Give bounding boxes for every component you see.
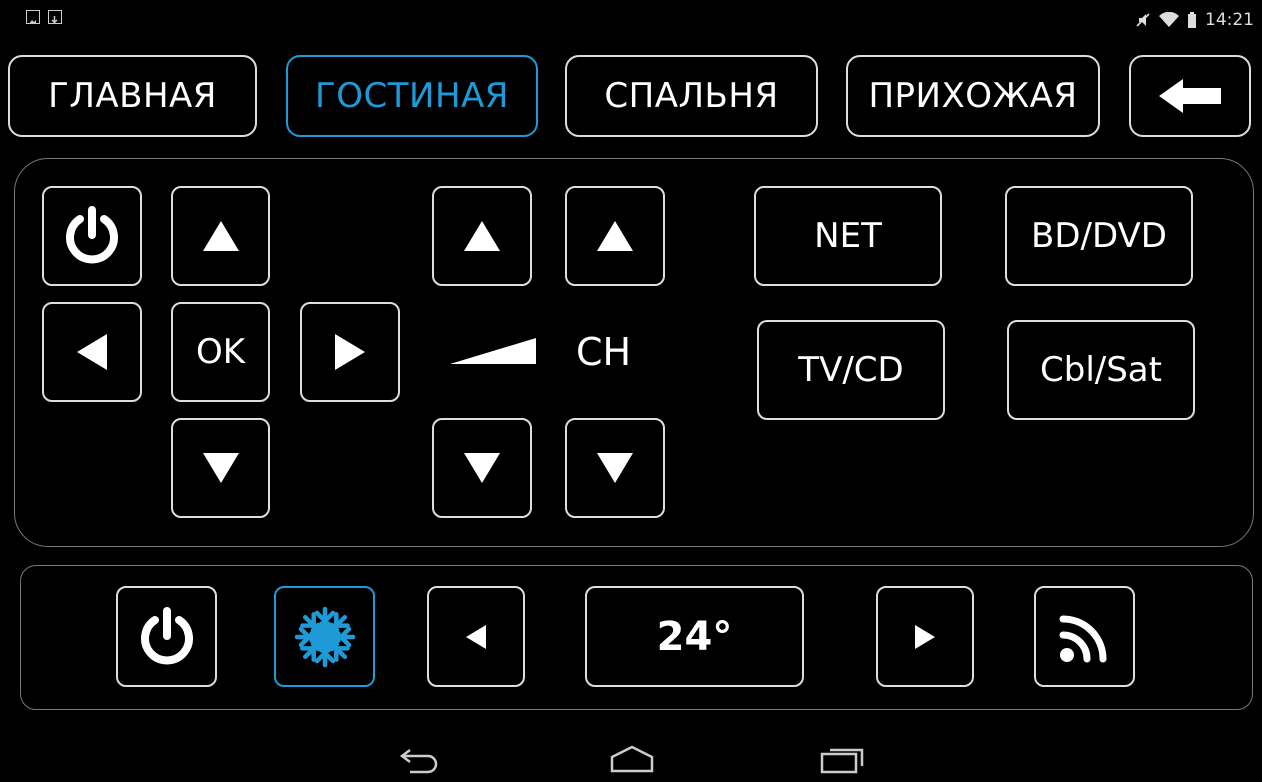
power-icon <box>140 606 193 664</box>
triangle-up-icon <box>597 221 633 251</box>
back-arrow-icon <box>1159 79 1221 113</box>
source-label: BD/DVD <box>1031 216 1167 256</box>
temperature-display: 24° <box>585 586 804 687</box>
triangle-right-icon <box>915 624 935 649</box>
channel-up-button[interactable] <box>565 186 665 286</box>
triangle-up-icon <box>464 221 500 251</box>
gallery-icon <box>26 10 40 24</box>
triangle-left-icon <box>77 334 107 370</box>
tab-hallway[interactable]: ПРИХОЖАЯ <box>846 55 1100 137</box>
triangle-down-icon <box>202 453 239 483</box>
ac-signal-button[interactable] <box>1034 586 1135 687</box>
volume-down-button[interactable] <box>432 418 532 518</box>
dpad-up-button[interactable] <box>171 186 270 286</box>
power-icon <box>66 206 118 264</box>
source-net-button[interactable]: NET <box>754 186 942 286</box>
ok-button[interactable]: OK <box>171 302 270 402</box>
volume-up-button[interactable] <box>432 186 532 286</box>
download-icon <box>48 10 62 24</box>
status-bar: 14:21 <box>0 0 1262 40</box>
dpad-down-button[interactable] <box>171 418 270 518</box>
volume-icon <box>450 338 536 364</box>
source-label: Cbl/Sat <box>1040 350 1162 390</box>
back-button[interactable] <box>1129 55 1251 137</box>
source-bd-dvd-button[interactable]: BD/DVD <box>1005 186 1193 286</box>
source-label: NET <box>814 216 882 256</box>
triangle-down-icon <box>464 453 500 483</box>
ac-mode-cool-button[interactable] <box>274 586 375 687</box>
temperature-down-button[interactable] <box>427 586 525 687</box>
battery-icon <box>1187 11 1197 29</box>
snowflake-icon <box>294 606 355 667</box>
tab-living-room[interactable]: ГОСТИНАЯ <box>286 55 538 137</box>
tab-bedroom[interactable]: СПАЛЬНЯ <box>565 55 818 137</box>
triangle-right-icon <box>335 334 365 370</box>
triangle-up-icon <box>202 221 239 251</box>
triangle-left-icon <box>466 624 486 649</box>
back-icon[interactable] <box>398 744 440 774</box>
recent-apps-icon[interactable] <box>820 744 866 774</box>
home-icon[interactable] <box>609 744 655 774</box>
tab-main[interactable]: ГЛАВНАЯ <box>8 55 257 137</box>
ac-power-button[interactable] <box>116 586 217 687</box>
dpad-right-button[interactable] <box>300 302 400 402</box>
tv-power-button[interactable] <box>42 186 142 286</box>
source-tv-cd-button[interactable]: TV/CD <box>757 320 945 420</box>
temperature-up-button[interactable] <box>876 586 974 687</box>
clock: 14:21 <box>1205 10 1254 30</box>
source-label: TV/CD <box>798 350 904 390</box>
channel-down-button[interactable] <box>565 418 665 518</box>
wifi-icon <box>1159 12 1179 28</box>
wireless-signal-icon <box>1059 615 1106 662</box>
source-cbl-sat-button[interactable]: Cbl/Sat <box>1007 320 1195 420</box>
triangle-down-icon <box>597 453 633 483</box>
dpad-left-button[interactable] <box>42 302 142 402</box>
ok-label: OK <box>195 332 246 372</box>
mute-icon <box>1135 12 1151 28</box>
temperature-value: 24° <box>656 613 733 660</box>
channel-label: CH <box>576 330 632 374</box>
